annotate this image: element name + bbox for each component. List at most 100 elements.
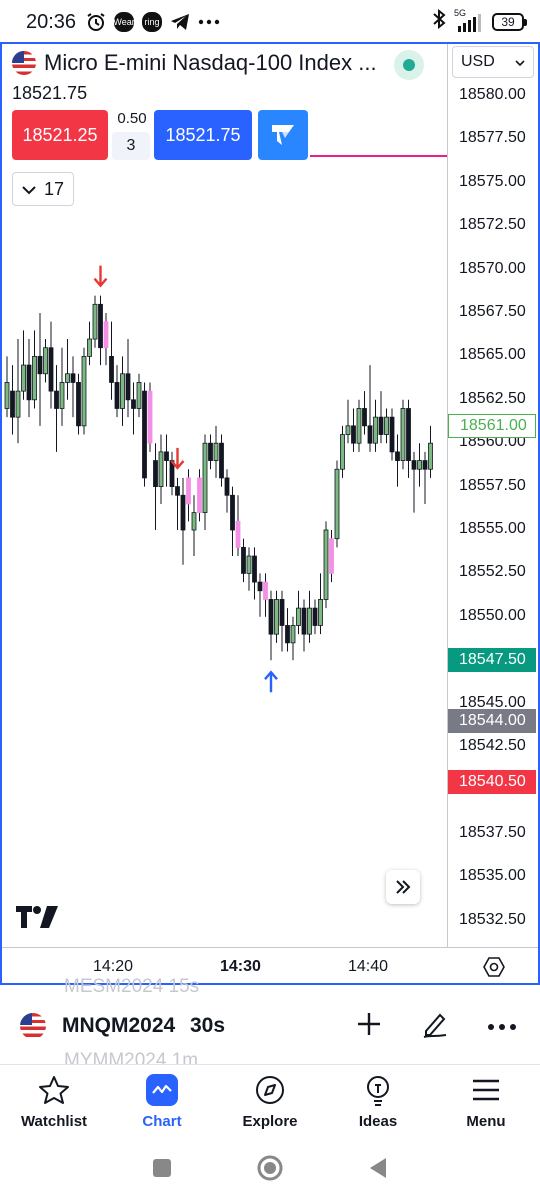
price-label: 18570.00 xyxy=(459,259,526,277)
indicators-toggle[interactable]: 17 xyxy=(12,172,74,206)
candle-body xyxy=(87,338,92,357)
candle-body xyxy=(180,494,186,531)
candle-body xyxy=(362,408,367,427)
candle-body xyxy=(351,425,356,444)
position-line xyxy=(310,155,447,157)
time-label: 14:40 xyxy=(348,958,389,975)
nav-watchlist[interactable]: Watchlist xyxy=(0,1065,108,1138)
candle-body xyxy=(109,355,114,383)
market-status-icon[interactable] xyxy=(394,50,424,80)
price-label: 18562.50 xyxy=(459,389,526,407)
candle-body xyxy=(356,408,362,444)
compass-icon xyxy=(254,1073,286,1107)
candle-body xyxy=(219,442,224,479)
battery-icon: 39 xyxy=(492,13,527,31)
candle-body xyxy=(406,408,411,461)
candle-body xyxy=(131,399,136,409)
price-axis[interactable]: 18580.00 18577.50 18575.00 18572.50 18570.00… xyxy=(447,44,540,947)
candle-body xyxy=(307,607,312,635)
tradingview-logo-icon xyxy=(16,906,58,928)
interval-label[interactable]: 30s xyxy=(190,1014,225,1038)
more-options-icon[interactable] xyxy=(488,1017,516,1035)
lightbulb-icon xyxy=(362,1073,394,1107)
sell-signal-arrow xyxy=(93,265,108,288)
price-badge: 18540.50 xyxy=(448,769,536,794)
candle-body xyxy=(114,382,120,409)
candle-body xyxy=(136,382,142,409)
us-flag-icon xyxy=(12,51,36,75)
candle-body xyxy=(197,477,202,514)
symbol-name: MNQM2024 xyxy=(62,1014,176,1037)
candle-body xyxy=(26,364,32,401)
sell-button[interactable]: 18521.25 xyxy=(12,110,108,160)
candle-body xyxy=(103,321,109,349)
buy-button[interactable]: 18521.75 xyxy=(154,110,252,160)
candle-body xyxy=(268,599,274,635)
price-label: 18552.50 xyxy=(459,563,526,581)
price-label: 18542.50 xyxy=(459,737,526,754)
candle-body xyxy=(158,451,164,488)
chart-icon xyxy=(146,1073,178,1107)
price-label: 18580.00 xyxy=(459,86,526,103)
home-icon[interactable] xyxy=(256,1154,284,1187)
next-symbol[interactable]: MYMM2024 1m xyxy=(64,1050,198,1064)
candle-body xyxy=(296,607,301,626)
candle-body xyxy=(329,538,334,574)
back-icon[interactable] xyxy=(368,1157,388,1184)
nav-menu[interactable]: Menu xyxy=(432,1065,540,1138)
candle-body xyxy=(213,442,219,461)
price-label: 18532.50 xyxy=(459,910,526,928)
add-icon[interactable] xyxy=(356,1011,382,1042)
trading-panel-icon xyxy=(272,125,294,145)
buy-signal-arrow xyxy=(264,670,278,693)
time-label-highlighted: 14:30 xyxy=(220,958,261,975)
candle-body xyxy=(367,425,373,444)
candle-body xyxy=(384,416,389,435)
us-flag-icon xyxy=(20,1013,46,1039)
candle-body xyxy=(147,390,153,444)
status-bar: 20:36 Wear ring 5G 39 xyxy=(0,0,540,44)
telegram-icon xyxy=(170,13,190,31)
candle-body xyxy=(224,477,230,496)
candle-body xyxy=(92,303,98,340)
candle-body xyxy=(395,451,400,461)
price-label: 18537.50 xyxy=(459,823,526,841)
tradingview-logo[interactable] xyxy=(16,906,58,933)
drawing-pen-icon[interactable] xyxy=(420,1009,450,1044)
symbol-title-row[interactable]: Micro E-mini Nasdaq-100 Index ... xyxy=(12,50,377,76)
candle-body xyxy=(32,355,37,401)
price-badge: 18544.00 xyxy=(448,708,536,733)
candle-body xyxy=(373,416,378,444)
scroll-to-realtime-button[interactable] xyxy=(386,870,420,904)
candle-body xyxy=(285,625,290,644)
trading-panel-button[interactable] xyxy=(258,110,308,160)
candle-body xyxy=(230,494,235,531)
nav-ideas[interactable]: Ideas xyxy=(324,1065,432,1138)
prev-symbol[interactable]: MESM2024 15s xyxy=(64,976,199,998)
candle-body xyxy=(81,355,87,427)
candle-body xyxy=(65,373,70,383)
spread-value: 0.50 xyxy=(117,110,147,127)
nav-label: Chart xyxy=(142,1113,182,1130)
symbol-selector[interactable]: MNQM2024 30s xyxy=(20,1008,540,1044)
quantity-field[interactable]: 3 xyxy=(112,132,150,160)
last-price: 18521.75 xyxy=(12,83,88,103)
candle-body xyxy=(323,529,329,600)
chart-settings-icon[interactable] xyxy=(482,955,506,979)
candle-body xyxy=(318,599,323,626)
price-label: 18572.50 xyxy=(459,216,526,234)
nav-label: Explore xyxy=(242,1113,298,1130)
nav-chart[interactable]: Chart xyxy=(108,1065,216,1138)
price-label: 18577.50 xyxy=(459,129,526,147)
nav-label: Menu xyxy=(466,1113,506,1130)
indicators-count: 17 xyxy=(43,178,65,199)
bluetooth-icon xyxy=(432,8,446,35)
currency-select[interactable]: USD xyxy=(452,46,534,78)
recents-icon[interactable] xyxy=(152,1158,172,1183)
candle-body xyxy=(411,460,417,470)
price-label: 18557.50 xyxy=(459,476,526,494)
candle-body xyxy=(252,555,257,583)
nav-explore[interactable]: Explore xyxy=(216,1065,324,1138)
candle-body xyxy=(301,607,307,635)
alarm-icon xyxy=(86,12,106,32)
